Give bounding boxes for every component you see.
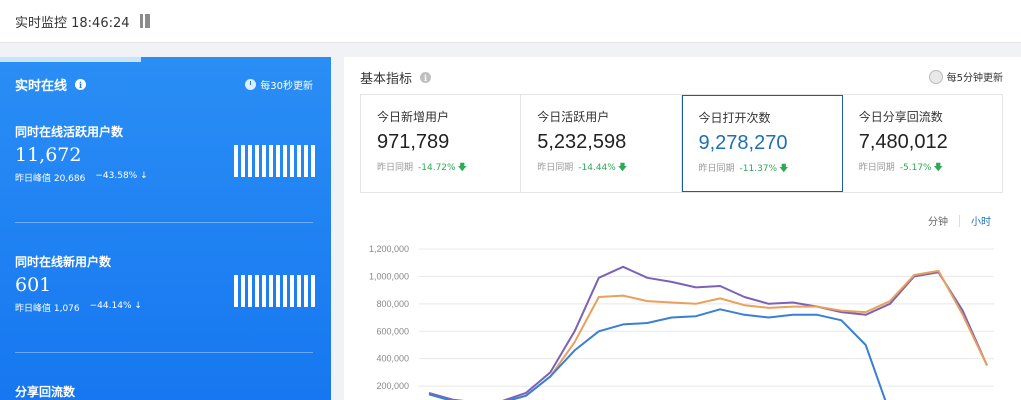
compare-label: 昨日同期 (537, 163, 574, 173)
metric-active-users: 同时在线活跃用户数 11,672 昨日峰值 20,686 −43.58% ↓ (15, 123, 315, 184)
down-arrow-icon: ↓ (134, 301, 142, 311)
compare-pct: -5.17% (899, 163, 932, 173)
refresh-text: 每5分钟更新 (946, 73, 1003, 84)
time-unit-tabs: 分钟 小时 (928, 213, 991, 228)
compare-label: 昨日同期 (858, 163, 895, 173)
card-compare: 昨日同期 -11.37% 🡇 (699, 161, 842, 177)
metric-peak: 昨日峰值 20,686 (15, 174, 86, 184)
top-bar: 实时监控 18:46:24 (0, 0, 1021, 43)
card-compare: 昨日同期 -14.44% 🡇 (537, 160, 680, 176)
y-tick-label: 600,000 (376, 326, 409, 336)
realtime-online-panel: 实时在线 i 每30秒更新 同时在线活跃用户数 11,672 昨日峰值 20,6… (0, 57, 331, 400)
compare-label: 昨日同期 (377, 163, 414, 173)
card-opens[interactable]: 今日打开次数 9,278,270 昨日同期 -11.37% 🡇 (681, 95, 843, 192)
metric-change: −43.58% (95, 171, 138, 181)
loading-progress-bar (0, 57, 141, 62)
card-compare: 昨日同期 -5.17% 🡇 (859, 160, 1002, 176)
metric-share-returns: 分享回流数 (15, 383, 315, 400)
panel-header: 实时在线 i 每30秒更新 (15, 75, 313, 94)
clock-icon (245, 79, 257, 90)
panel-title: 基本指标 (360, 72, 413, 87)
line-chart: 1,200,000 1,000,000 800,000 600,000 400,000 2… (369, 244, 994, 400)
divider (15, 352, 313, 353)
card-value: 7,480,012 (858, 131, 948, 153)
compare-label: 昨日同期 (698, 164, 735, 174)
y-tick-label: 1,000,000 (369, 271, 409, 281)
down-arrow-icon: 🡇 (933, 163, 943, 173)
metric-cards: 今日新增用户 971,789 昨日同期 -14.72% 🡇 今日活跃用户 5,232… (360, 94, 1003, 193)
card-value: 9,278,270 (698, 132, 788, 154)
compare-pct: -14.72% (418, 163, 456, 173)
series-line-1 (428, 269, 988, 400)
info-icon[interactable]: i (420, 72, 432, 83)
card-label: 今日分享回流数 (858, 110, 943, 124)
metric-label: 分享回流数 (15, 385, 76, 399)
tab-separator (959, 214, 960, 227)
page-title: 实时监控 18:46:24 (15, 15, 130, 31)
metric-peak: 昨日峰值 1,076 (15, 304, 80, 314)
metric-change: −44.14% (89, 301, 132, 311)
card-compare: 昨日同期 -14.72% 🡇 (377, 160, 520, 176)
divider (15, 222, 313, 223)
document-icon[interactable] (139, 14, 152, 28)
down-arrow-icon: ↓ (140, 171, 148, 181)
panel-title: 实时在线 (15, 79, 68, 94)
panel-header: 基本指标 i (360, 68, 432, 87)
down-arrow-icon: 🡇 (457, 163, 467, 173)
refresh-note: 每30秒更新 (245, 77, 313, 92)
down-arrow-icon: 🡇 (617, 163, 628, 173)
y-tick-label: 200,000 (376, 381, 409, 391)
compare-pct: -11.37% (739, 164, 778, 174)
card-share-returns[interactable]: 今日分享回流数 7,480,012 昨日同期 -5.17% 🡇 (843, 95, 1002, 192)
tab-hour[interactable]: 小时 (971, 213, 991, 228)
card-label: 今日新增用户 (377, 110, 450, 124)
card-value: 971,789 (377, 131, 450, 153)
card-value: 5,232,598 (537, 131, 627, 153)
y-tick-label: 1,200,000 (369, 244, 409, 254)
tab-minute[interactable]: 分钟 (928, 213, 948, 228)
info-icon[interactable]: i (75, 79, 87, 90)
metric-label: 同时在线新用户数 (15, 255, 112, 269)
bar-sparkline-icon (234, 275, 315, 307)
metric-label: 同时在线活跃用户数 (15, 125, 124, 139)
card-label: 今日打开次数 (698, 111, 771, 125)
basic-metrics-panel: 基本指标 i 每5分钟更新 今日新增用户 971,789 昨日同期 -14.72%… (344, 57, 1021, 400)
down-arrow-icon: 🡇 (779, 164, 789, 174)
globe-icon (928, 69, 943, 84)
compare-pct: -14.44% (578, 163, 616, 173)
card-label: 今日活跃用户 (537, 110, 610, 124)
y-tick-label: 800,000 (376, 299, 409, 309)
bar-sparkline-icon (234, 145, 315, 177)
metric-new-users: 同时在线新用户数 601 昨日峰值 1,076 −44.14% ↓ (15, 253, 315, 314)
card-active-users[interactable]: 今日活跃用户 5,232,598 昨日同期 -14.44% 🡇 (521, 95, 682, 192)
card-new-users[interactable]: 今日新增用户 971,789 昨日同期 -14.72% 🡇 (361, 95, 522, 192)
refresh-text: 每30秒更新 (260, 81, 313, 92)
y-tick-label: 400,000 (376, 354, 409, 364)
refresh-note: 每5分钟更新 (928, 69, 1003, 84)
